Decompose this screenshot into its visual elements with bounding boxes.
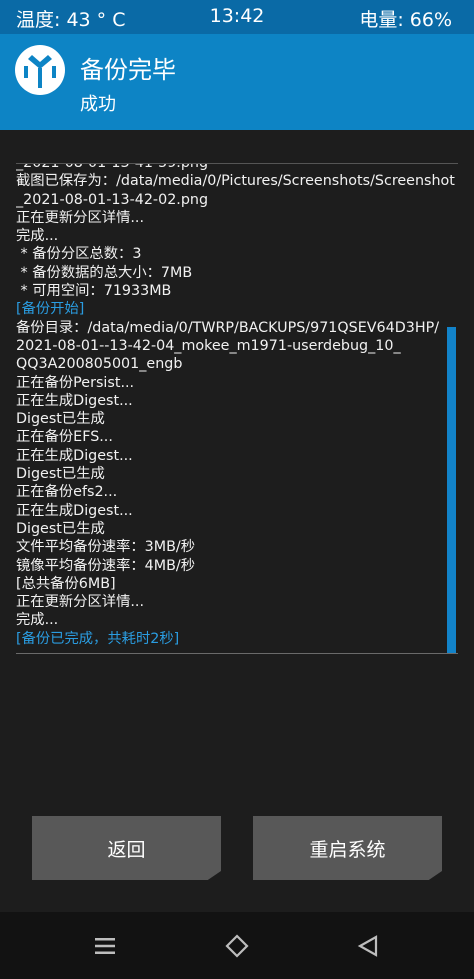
navigation-bar <box>0 912 474 979</box>
log-line: 正在备份Persist... <box>16 374 135 391</box>
log-line: Digest已生成 <box>16 466 105 483</box>
log-line: 正在更新分区详情... <box>16 209 145 226</box>
log-line: * 可用空间：71933MB <box>16 283 172 300</box>
log-line: 正在更新分区详情... <box>16 594 145 611</box>
back-button[interactable]: 返回 <box>32 816 221 880</box>
log-line: QQ3A200805001_engb <box>16 356 183 373</box>
log-line: _2021-08-01-13-41-59.png <box>16 164 446 172</box>
log-line: 正在备份efs2... <box>16 484 118 501</box>
log-line: 完成... <box>16 612 59 629</box>
log-line: 正在生成Digest... <box>16 502 133 519</box>
page-subtitle: 成功 <box>80 94 116 115</box>
log-line: 正在生成Digest... <box>16 392 133 409</box>
log-line: 完成... <box>16 228 59 245</box>
page-title: 备份完毕 <box>80 56 176 84</box>
log-line: _2021-08-01-13-42-02.png <box>16 191 209 208</box>
log-line: 正在备份EFS... <box>16 429 113 446</box>
log-line-highlight: [备份开始] <box>16 301 85 318</box>
twrp-logo-icon <box>15 45 65 95</box>
header: 备份完毕 成功 <box>0 34 474 130</box>
log-line: 截图已保存为：/data/media/0/Pictures/Screenshot… <box>16 173 455 190</box>
log-line-highlight: [备份已完成，共耗时2秒] <box>16 630 180 647</box>
battery-readout: 电量: 66% <box>359 9 452 31</box>
reboot-system-button[interactable]: 重启系统 <box>253 816 442 880</box>
log-line: * 备份分区总数：3 <box>16 246 142 263</box>
log-line: 文件平均备份速率：3MB/秒 <box>16 539 196 556</box>
back-triangle-icon[interactable] <box>356 934 380 958</box>
log-line: Digest已生成 <box>16 411 105 428</box>
home-icon[interactable] <box>225 934 249 958</box>
log-line: 正在生成Digest... <box>16 447 133 464</box>
status-bar: 温度: 43 ° C 13:42 电量: 66% <box>0 0 474 34</box>
log-line: * 备份数据的总大小：7MB <box>16 264 193 281</box>
log-line: [总共备份6MB] <box>16 575 116 592</box>
log-line: 备份目录：/data/media/0/TWRP/BACKUPS/971QSEV6… <box>16 319 440 336</box>
log-line: Digest已生成 <box>16 520 105 537</box>
menu-icon[interactable] <box>93 934 117 958</box>
console-scrollbar[interactable] <box>447 327 456 653</box>
console-bottom-divider <box>16 653 458 654</box>
log-text: _2021-08-01-13-41-59.png截图已保存为：/data/med… <box>16 164 455 648</box>
console-log[interactable]: _2021-08-01-13-41-59.png截图已保存为：/data/med… <box>16 164 458 654</box>
log-line: 镜像平均备份速率：4MB/秒 <box>16 557 196 574</box>
log-line: 2021-08-01--13-42-04_mokee_m1971-userdeb… <box>16 337 401 354</box>
